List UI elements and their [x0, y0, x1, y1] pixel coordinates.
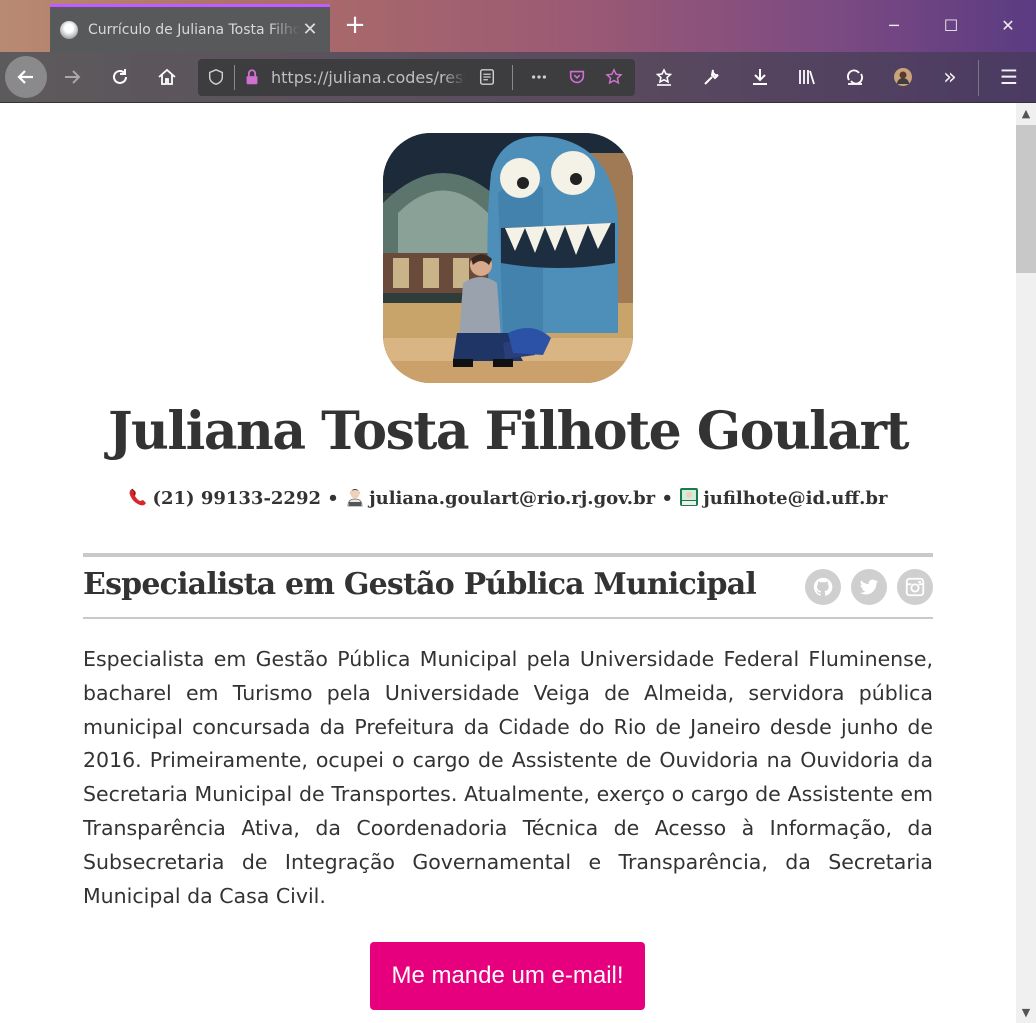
hamburger-menu-button[interactable]: ☰	[992, 60, 1026, 94]
star-icon[interactable]	[604, 67, 624, 87]
url-divider	[512, 65, 513, 90]
address-bar[interactable]: https://juliana.codes/resume	[198, 59, 635, 96]
wrench-icon	[704, 69, 719, 85]
section-rule-bottom	[83, 617, 933, 619]
library-icon	[799, 70, 815, 85]
back-button[interactable]	[5, 56, 47, 98]
new-tab-button[interactable]: +	[340, 10, 370, 40]
navigation-toolbar: https://juliana.codes/resume » ☰	[0, 52, 1036, 103]
maximize-button[interactable]: ☐	[923, 0, 979, 52]
downloads-button[interactable]	[743, 60, 777, 94]
developer-tools-button[interactable]	[695, 60, 729, 94]
arrow-right-icon	[65, 70, 81, 84]
shield-icon[interactable]	[206, 67, 226, 87]
instagram-link[interactable]	[897, 569, 933, 605]
github-icon	[813, 577, 833, 596]
ellipsis-icon[interactable]	[529, 67, 549, 87]
arrow-left-icon	[17, 70, 33, 84]
url-text[interactable]: https://juliana.codes/resume	[271, 68, 466, 87]
work-email-link[interactable]: juliana.goulart@rio.rj.gov.br	[369, 488, 655, 509]
email-me-button[interactable]: Me mande um e-mail!	[370, 942, 645, 1010]
account-avatar-button[interactable]	[886, 60, 920, 94]
profile-photo	[383, 133, 633, 383]
page-content: Juliana Tosta Filhote Goulart (21) 99133…	[0, 103, 1016, 1023]
library-button[interactable]	[790, 60, 824, 94]
separator-dot: •	[661, 488, 673, 509]
window-close-button[interactable]: ✕	[980, 0, 1036, 52]
github-link[interactable]	[805, 569, 841, 605]
twitter-link[interactable]	[851, 569, 887, 605]
separator-dot: •	[327, 488, 339, 509]
toolbar-divider	[978, 60, 979, 96]
account-sync-icon	[847, 69, 863, 85]
forward-button[interactable]	[55, 60, 89, 94]
home-button[interactable]	[150, 60, 184, 94]
synced-tabs-button[interactable]	[838, 60, 872, 94]
tab-title: Currículo de Juliana Tosta Filhote Goula…	[88, 21, 300, 38]
scroll-up-arrow-icon[interactable]: ▲	[1016, 104, 1036, 124]
pocket-icon[interactable]	[567, 67, 587, 87]
graduate-computer-icon	[680, 488, 699, 506]
bio-paragraph: Especialista em Gestão Pública Municipal…	[83, 647, 933, 908]
bookmarks-toolbar-button[interactable]	[647, 60, 681, 94]
url-divider	[234, 65, 235, 90]
reader-view-icon[interactable]	[477, 67, 497, 87]
avatar-icon	[894, 68, 912, 86]
scroll-down-arrow-icon[interactable]: ▼	[1016, 1003, 1036, 1023]
contact-line: (21) 99133-2292 • juliana.goulart@rio.rj…	[0, 487, 1016, 509]
reload-icon	[113, 69, 127, 84]
tab-close-icon[interactable]: ✕	[300, 19, 320, 40]
download-icon	[753, 69, 767, 85]
minimize-button[interactable]: ─	[866, 0, 922, 52]
role-title: Especialista em Gestão Pública Municipal	[83, 567, 757, 602]
twitter-icon	[859, 579, 879, 595]
telephone-receiver-icon	[130, 488, 147, 506]
tab-strip: Currículo de Juliana Tosta Filhote Goula…	[0, 0, 1036, 52]
section-rule-top	[83, 553, 933, 557]
scrollbar-thumb[interactable]	[1016, 125, 1036, 273]
overflow-menu-button[interactable]: »	[933, 60, 967, 94]
star-list-icon	[655, 68, 673, 86]
university-email-link[interactable]: jufilhote@id.uff.br	[703, 488, 887, 509]
site-favicon-icon	[60, 20, 78, 39]
reload-button[interactable]	[103, 60, 137, 94]
home-icon	[158, 68, 176, 85]
phone-number[interactable]: (21) 99133-2292	[152, 488, 321, 509]
active-tab[interactable]: Currículo de Juliana Tosta Filhote Goula…	[50, 4, 330, 52]
woman-technologist-icon	[347, 489, 363, 507]
lock-icon[interactable]	[242, 67, 262, 87]
full-name-heading: Juliana Tosta Filhote Goulart	[107, 401, 910, 462]
instagram-icon	[905, 577, 925, 597]
